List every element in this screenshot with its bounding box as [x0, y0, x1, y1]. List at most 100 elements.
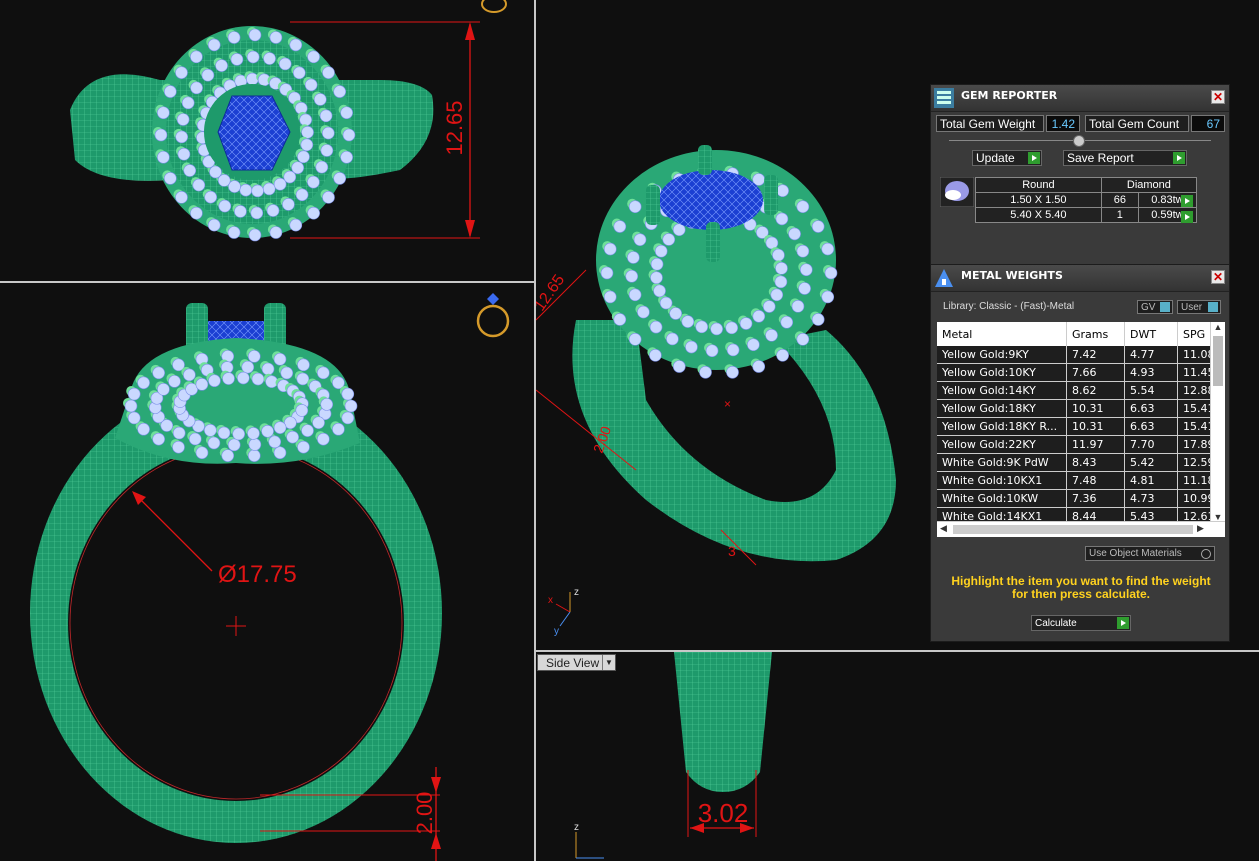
gem-row[interactable]: 1.50 X 1.50 66 0.83tw	[975, 192, 1198, 208]
splitter-knob[interactable]	[1073, 135, 1085, 147]
user-toggle-label: User	[1181, 302, 1203, 313]
update-button[interactable]: Update	[972, 150, 1042, 166]
metal-name-cell: Yellow Gold:14KY	[937, 381, 1067, 400]
gem-reporter-title: GEM REPORTER	[961, 89, 1058, 102]
gem-reporter-titlebar[interactable]: GEM REPORTER ✕	[931, 85, 1229, 112]
metal-row[interactable]: White Gold:10KW 7.36 4.73 10.99	[937, 489, 1219, 508]
ring-top-view: 12.65	[70, 0, 507, 242]
play-icon	[1028, 152, 1040, 164]
ring-side-view: 3.02 z	[574, 652, 772, 859]
total-gem-weight-value: 1.42	[1046, 115, 1080, 132]
use-object-materials-toggle[interactable]: Use Object Materials	[1085, 546, 1215, 561]
calculate-button-label: Calculate	[1035, 618, 1077, 629]
ring-thumbnail-icon	[476, 293, 510, 338]
metal-weights-titlebar[interactable]: METAL WEIGHTS ✕	[931, 265, 1229, 292]
grams-cell: 10.31	[1066, 399, 1125, 418]
user-toggle[interactable]: User	[1177, 300, 1221, 314]
gem-reporter-close-button[interactable]: ✕	[1211, 90, 1225, 104]
viewport-top[interactable]: 12.65	[0, 0, 534, 281]
scroll-thumb[interactable]	[1213, 336, 1223, 386]
grams-cell: 7.48	[1066, 471, 1125, 490]
calculate-button[interactable]: Calculate	[1031, 615, 1131, 631]
svg-text:z: z	[574, 587, 579, 598]
gv-toggle-label: GV	[1141, 302, 1156, 313]
gem-row-select-button[interactable]	[1181, 195, 1193, 207]
side-view-label: Side View	[546, 656, 600, 670]
vertical-scrollbar[interactable]: ▲ ▼	[1210, 322, 1225, 522]
grams-cell: 8.62	[1066, 381, 1125, 400]
metal-row[interactable]: Yellow Gold:14KY 8.62 5.54 12.88	[937, 381, 1219, 400]
grams-cell: 7.66	[1066, 363, 1125, 382]
toggle-indicator	[1208, 302, 1218, 312]
col-metal[interactable]: Metal	[937, 322, 1067, 346]
gem-shape-header: Round	[975, 177, 1102, 193]
col-grams[interactable]: Grams	[1066, 322, 1125, 346]
metal-name-cell: Yellow Gold:9KY	[937, 346, 1067, 364]
metal-table: Metal Grams DWT SPG Yellow Gold:9KY 7.42 4…	[937, 322, 1219, 537]
metal-name-cell: White Gold:10KX1	[937, 471, 1067, 490]
axis-gizmo-perspective: z x y	[548, 587, 579, 637]
metal-name-cell: White Gold:10KW	[937, 489, 1067, 508]
horizontal-scrollbar[interactable]: ◀ ▶	[937, 521, 1225, 537]
viewport-front[interactable]: Ø17.75 2.00	[0, 283, 534, 861]
metal-row[interactable]: White Gold:10KX1 7.48 4.81 11.18	[937, 471, 1219, 490]
gem-row-select-button[interactable]	[1181, 211, 1193, 223]
metal-weights-title: METAL WEIGHTS	[961, 269, 1063, 282]
metal-row[interactable]: Yellow Gold:9KY 7.42 4.77 11.08	[937, 346, 1219, 364]
scroll-right-icon[interactable]: ▶	[1197, 523, 1204, 534]
dwt-cell: 5.54	[1124, 381, 1178, 400]
col-dwt[interactable]: DWT	[1124, 322, 1178, 346]
dwt-cell: 4.73	[1124, 489, 1178, 508]
metal-name-cell: Yellow Gold:10KY	[937, 363, 1067, 382]
metal-row[interactable]: Yellow Gold:22KY 11.97 7.70 17.89	[937, 435, 1219, 454]
metal-row[interactable]: White Gold:9K PdW 8.43 5.42 12.59	[937, 453, 1219, 472]
scroll-up-icon[interactable]: ▲	[1211, 322, 1225, 336]
axis-gizmo-side: z	[574, 822, 604, 859]
dwt-cell: 6.63	[1124, 399, 1178, 418]
dwt-cell: 6.63	[1124, 417, 1178, 436]
svg-text:y: y	[554, 626, 559, 637]
grams-cell: 8.43	[1066, 453, 1125, 472]
gem-table: Round Diamond 1.50 X 1.50 66 0.83tw 5.40…	[975, 177, 1198, 223]
grams-cell: 7.36	[1066, 489, 1125, 508]
grams-cell: 7.42	[1066, 346, 1125, 364]
diamond-icon	[940, 177, 974, 207]
side-view-dropdown[interactable]: Side View ▼	[537, 654, 616, 671]
top-dimension-label: 12.65	[442, 100, 467, 155]
dwt-cell: 7.70	[1124, 435, 1178, 454]
calculate-hint: Highlight the item you want to find the …	[951, 574, 1211, 601]
gv-toggle[interactable]: GV	[1137, 300, 1173, 314]
save-report-button[interactable]: Save Report	[1063, 150, 1187, 166]
chevron-down-icon: ▼	[602, 655, 615, 670]
svg-text:x: x	[548, 595, 553, 606]
metal-name-cell: Yellow Gold:22KY	[937, 435, 1067, 454]
metal-row[interactable]: Yellow Gold:10KY 7.66 4.93 11.45	[937, 363, 1219, 382]
viewport-side[interactable]: 3.02 z	[536, 652, 1259, 861]
metal-weights-close-button[interactable]: ✕	[1211, 270, 1225, 284]
metal-row[interactable]: Yellow Gold:18KY R... 10.31 6.63 15.41	[937, 417, 1219, 436]
dwt-cell: 4.81	[1124, 471, 1178, 490]
scroll-h-thumb[interactable]	[953, 525, 1193, 534]
metal-weights-panel: METAL WEIGHTS ✕ Library: Classic - (Fast…	[930, 264, 1230, 642]
update-button-label: Update	[976, 151, 1015, 165]
play-icon	[1173, 152, 1185, 164]
thickness-label: 2.00	[412, 792, 437, 835]
gem-report-icon	[934, 88, 954, 108]
total-gem-count-value: 67	[1191, 115, 1225, 132]
metal-name-cell: Yellow Gold:18KY R...	[937, 417, 1067, 436]
ring-front-view: Ø17.75 2.00	[30, 293, 510, 861]
metal-table-container[interactable]: Metal Grams DWT SPG Yellow Gold:9KY 7.42 4…	[937, 322, 1225, 537]
metal-row[interactable]: Yellow Gold:18KY 10.31 6.63 15.41	[937, 399, 1219, 418]
radio-icon	[1201, 549, 1211, 559]
gem-type-header: Diamond	[1100, 177, 1198, 193]
play-icon	[1117, 617, 1129, 629]
scroll-left-icon[interactable]: ◀	[940, 523, 947, 534]
grams-cell: 10.31	[1066, 417, 1125, 436]
gem-row[interactable]: 5.40 X 5.40 1 0.59tw	[975, 207, 1198, 223]
svg-text:z: z	[574, 822, 579, 833]
total-gem-count-label: Total Gem Count	[1085, 115, 1189, 132]
dwt-cell: 5.42	[1124, 453, 1178, 472]
metal-name-cell: Yellow Gold:18KY	[937, 399, 1067, 418]
diameter-label: Ø17.75	[218, 561, 297, 588]
toggle-indicator	[1160, 302, 1170, 312]
